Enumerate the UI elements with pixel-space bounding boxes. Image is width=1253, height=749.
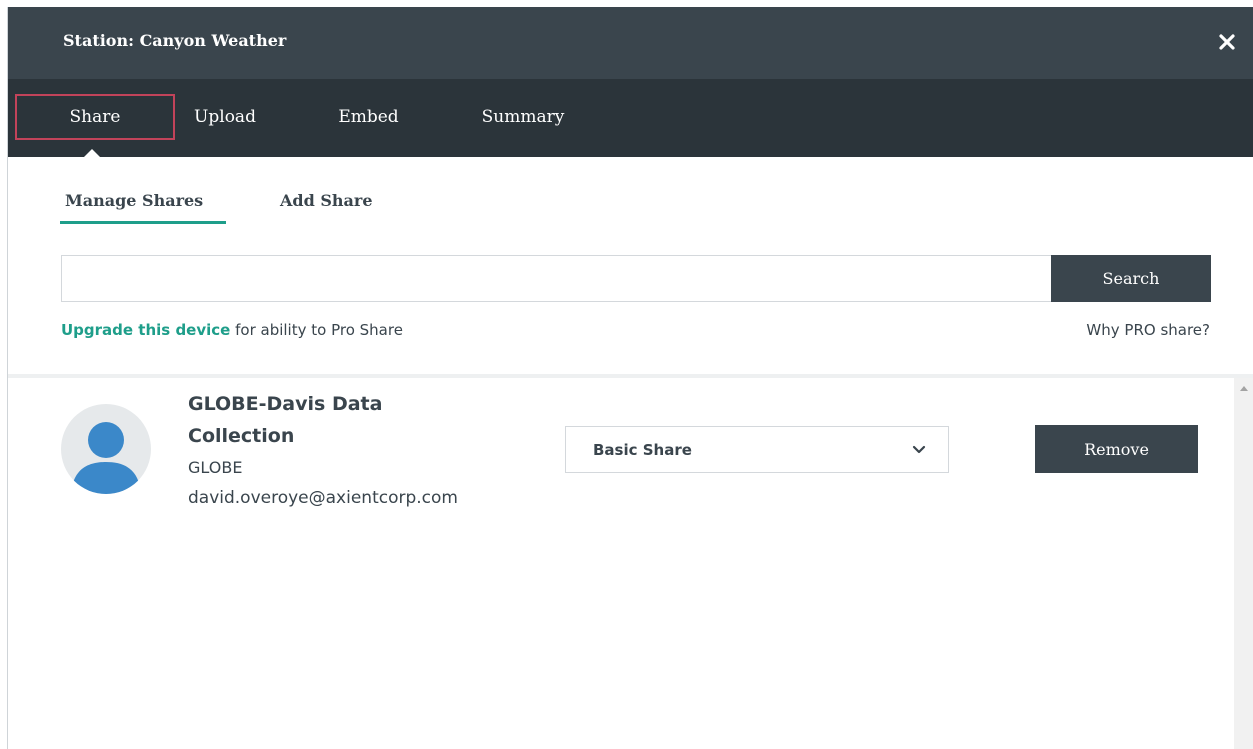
tab-share[interactable]: Share bbox=[15, 94, 175, 140]
station-dialog: Station: Canyon Weather Share Upload Emb… bbox=[7, 7, 1253, 749]
dialog-title: Station: Canyon Weather bbox=[63, 31, 287, 50]
share-organization: GLOBE bbox=[188, 458, 243, 477]
tab-embed[interactable]: Embed bbox=[321, 94, 416, 140]
list-scrollbar[interactable] bbox=[1234, 378, 1253, 749]
upgrade-device-link[interactable]: Upgrade this device bbox=[61, 321, 230, 339]
share-type-select[interactable]: Basic Share bbox=[565, 426, 949, 473]
close-icon bbox=[1219, 34, 1235, 50]
close-button[interactable] bbox=[1212, 25, 1242, 59]
chevron-down-icon bbox=[912, 445, 926, 453]
main-tabs: Share Upload Embed Summary bbox=[8, 79, 1253, 157]
share-name: GLOBE-Davis Data Collection bbox=[188, 393, 383, 447]
subtab-add-share[interactable]: Add Share bbox=[280, 191, 373, 210]
subtab-active-indicator bbox=[60, 221, 226, 224]
subtab-manage-shares[interactable]: Manage Shares bbox=[65, 191, 203, 210]
search-input[interactable] bbox=[61, 255, 1051, 302]
avatar bbox=[61, 404, 151, 494]
upgrade-notice-text: for ability to Pro Share bbox=[230, 321, 403, 339]
tab-upload[interactable]: Upload bbox=[180, 94, 270, 140]
upgrade-notice: Upgrade this device for ability to Pro S… bbox=[61, 321, 403, 339]
remove-share-button[interactable]: Remove bbox=[1035, 425, 1198, 473]
active-tab-caret bbox=[83, 149, 101, 158]
search-button[interactable]: Search bbox=[1051, 255, 1211, 302]
scroll-up-arrow-icon[interactable] bbox=[1240, 386, 1248, 391]
dialog-header: Station: Canyon Weather bbox=[8, 7, 1253, 79]
user-avatar-icon bbox=[71, 422, 141, 494]
share-list: GLOBE-Davis Data Collection GLOBE david.… bbox=[8, 378, 1234, 749]
why-pro-share-link[interactable]: Why PRO share? bbox=[1086, 321, 1210, 339]
share-type-value: Basic Share bbox=[593, 440, 692, 459]
tab-summary[interactable]: Summary bbox=[463, 94, 583, 140]
share-email: david.overoye@axientcorp.com bbox=[188, 488, 458, 508]
